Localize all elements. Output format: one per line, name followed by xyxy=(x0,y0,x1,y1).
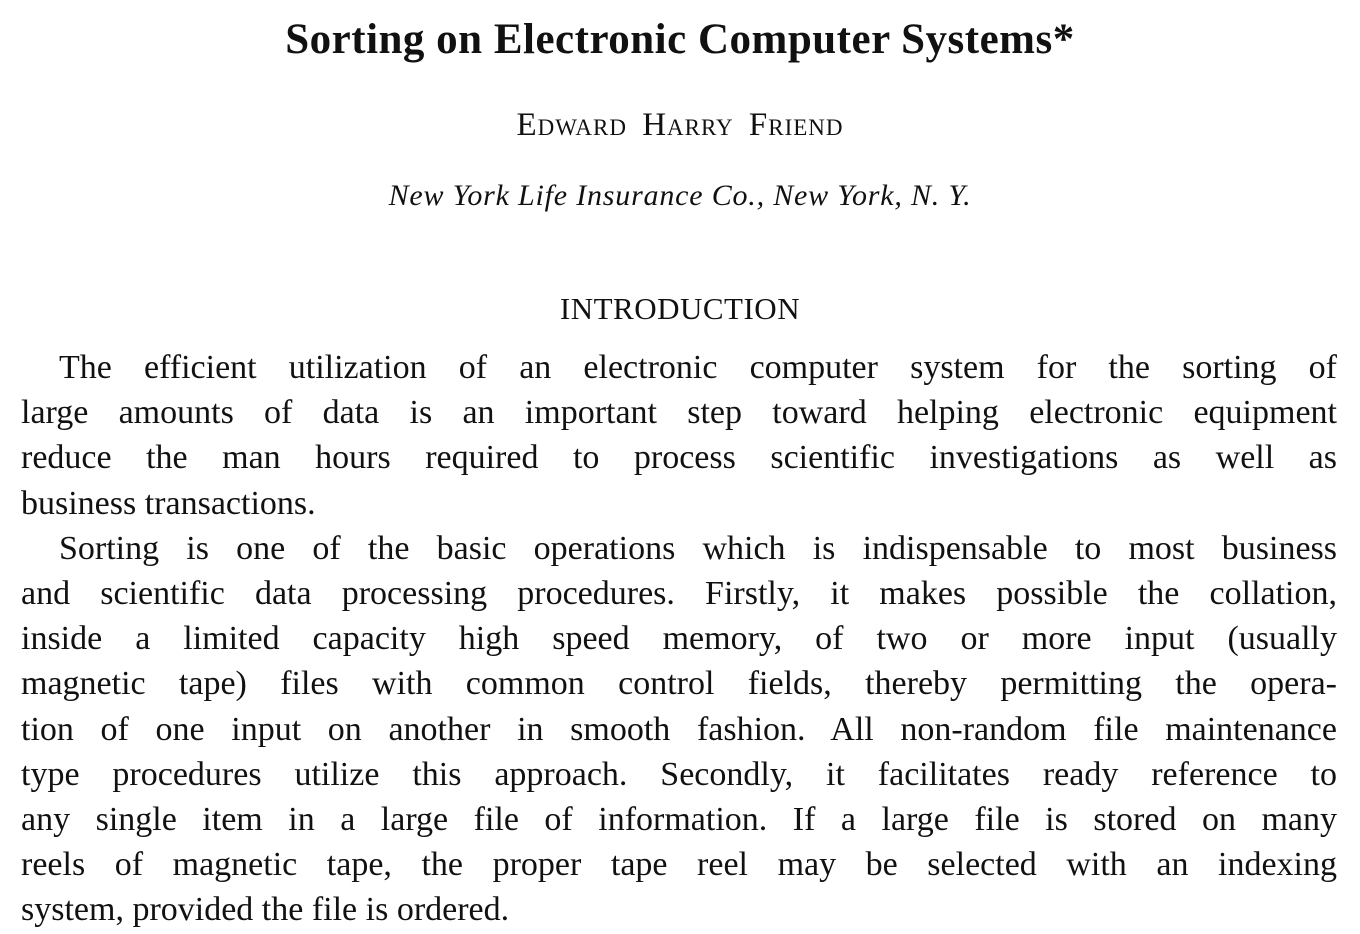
text-line: type procedures utilize this approach. S… xyxy=(21,755,1337,793)
author-affiliation: New York Life Insurance Co., New York, N… xyxy=(388,179,972,212)
text-line: magnetic tape) files with common control… xyxy=(21,665,1337,703)
text-line: inside a limited capacity high speed mem… xyxy=(21,620,1337,658)
text-line: Sorting is one of the basic operations w… xyxy=(59,529,1337,567)
body-text: The efficient utilization of an electron… xyxy=(21,345,1337,932)
text-line: tion of one input on another in smooth f… xyxy=(21,710,1337,748)
text-line: reduce the man hours required to process… xyxy=(21,439,1337,477)
text-line: any single item in a large file of infor… xyxy=(21,800,1337,838)
paragraph: The efficient utilization of an electron… xyxy=(21,345,1337,526)
text-line: and scientific data processing procedure… xyxy=(21,574,1337,612)
text-line: large amounts of data is an important st… xyxy=(21,394,1337,432)
document-page: Sorting on Electronic Computer Systems* … xyxy=(0,0,1360,934)
author-name: Edward Harry Friend xyxy=(516,107,844,143)
text-line: reels of magnetic tape, the proper tape … xyxy=(21,846,1337,884)
text-line: system, provided the file is ordered. xyxy=(21,891,510,929)
paragraph: Sorting is one of the basic operations w… xyxy=(21,526,1337,933)
section-heading: INTRODUCTION xyxy=(559,291,801,326)
text-line: business transactions. xyxy=(21,484,316,522)
text-line: The efficient utilization of an electron… xyxy=(59,349,1337,386)
paper-title: Sorting on Electronic Computer Systems* xyxy=(285,16,1075,63)
